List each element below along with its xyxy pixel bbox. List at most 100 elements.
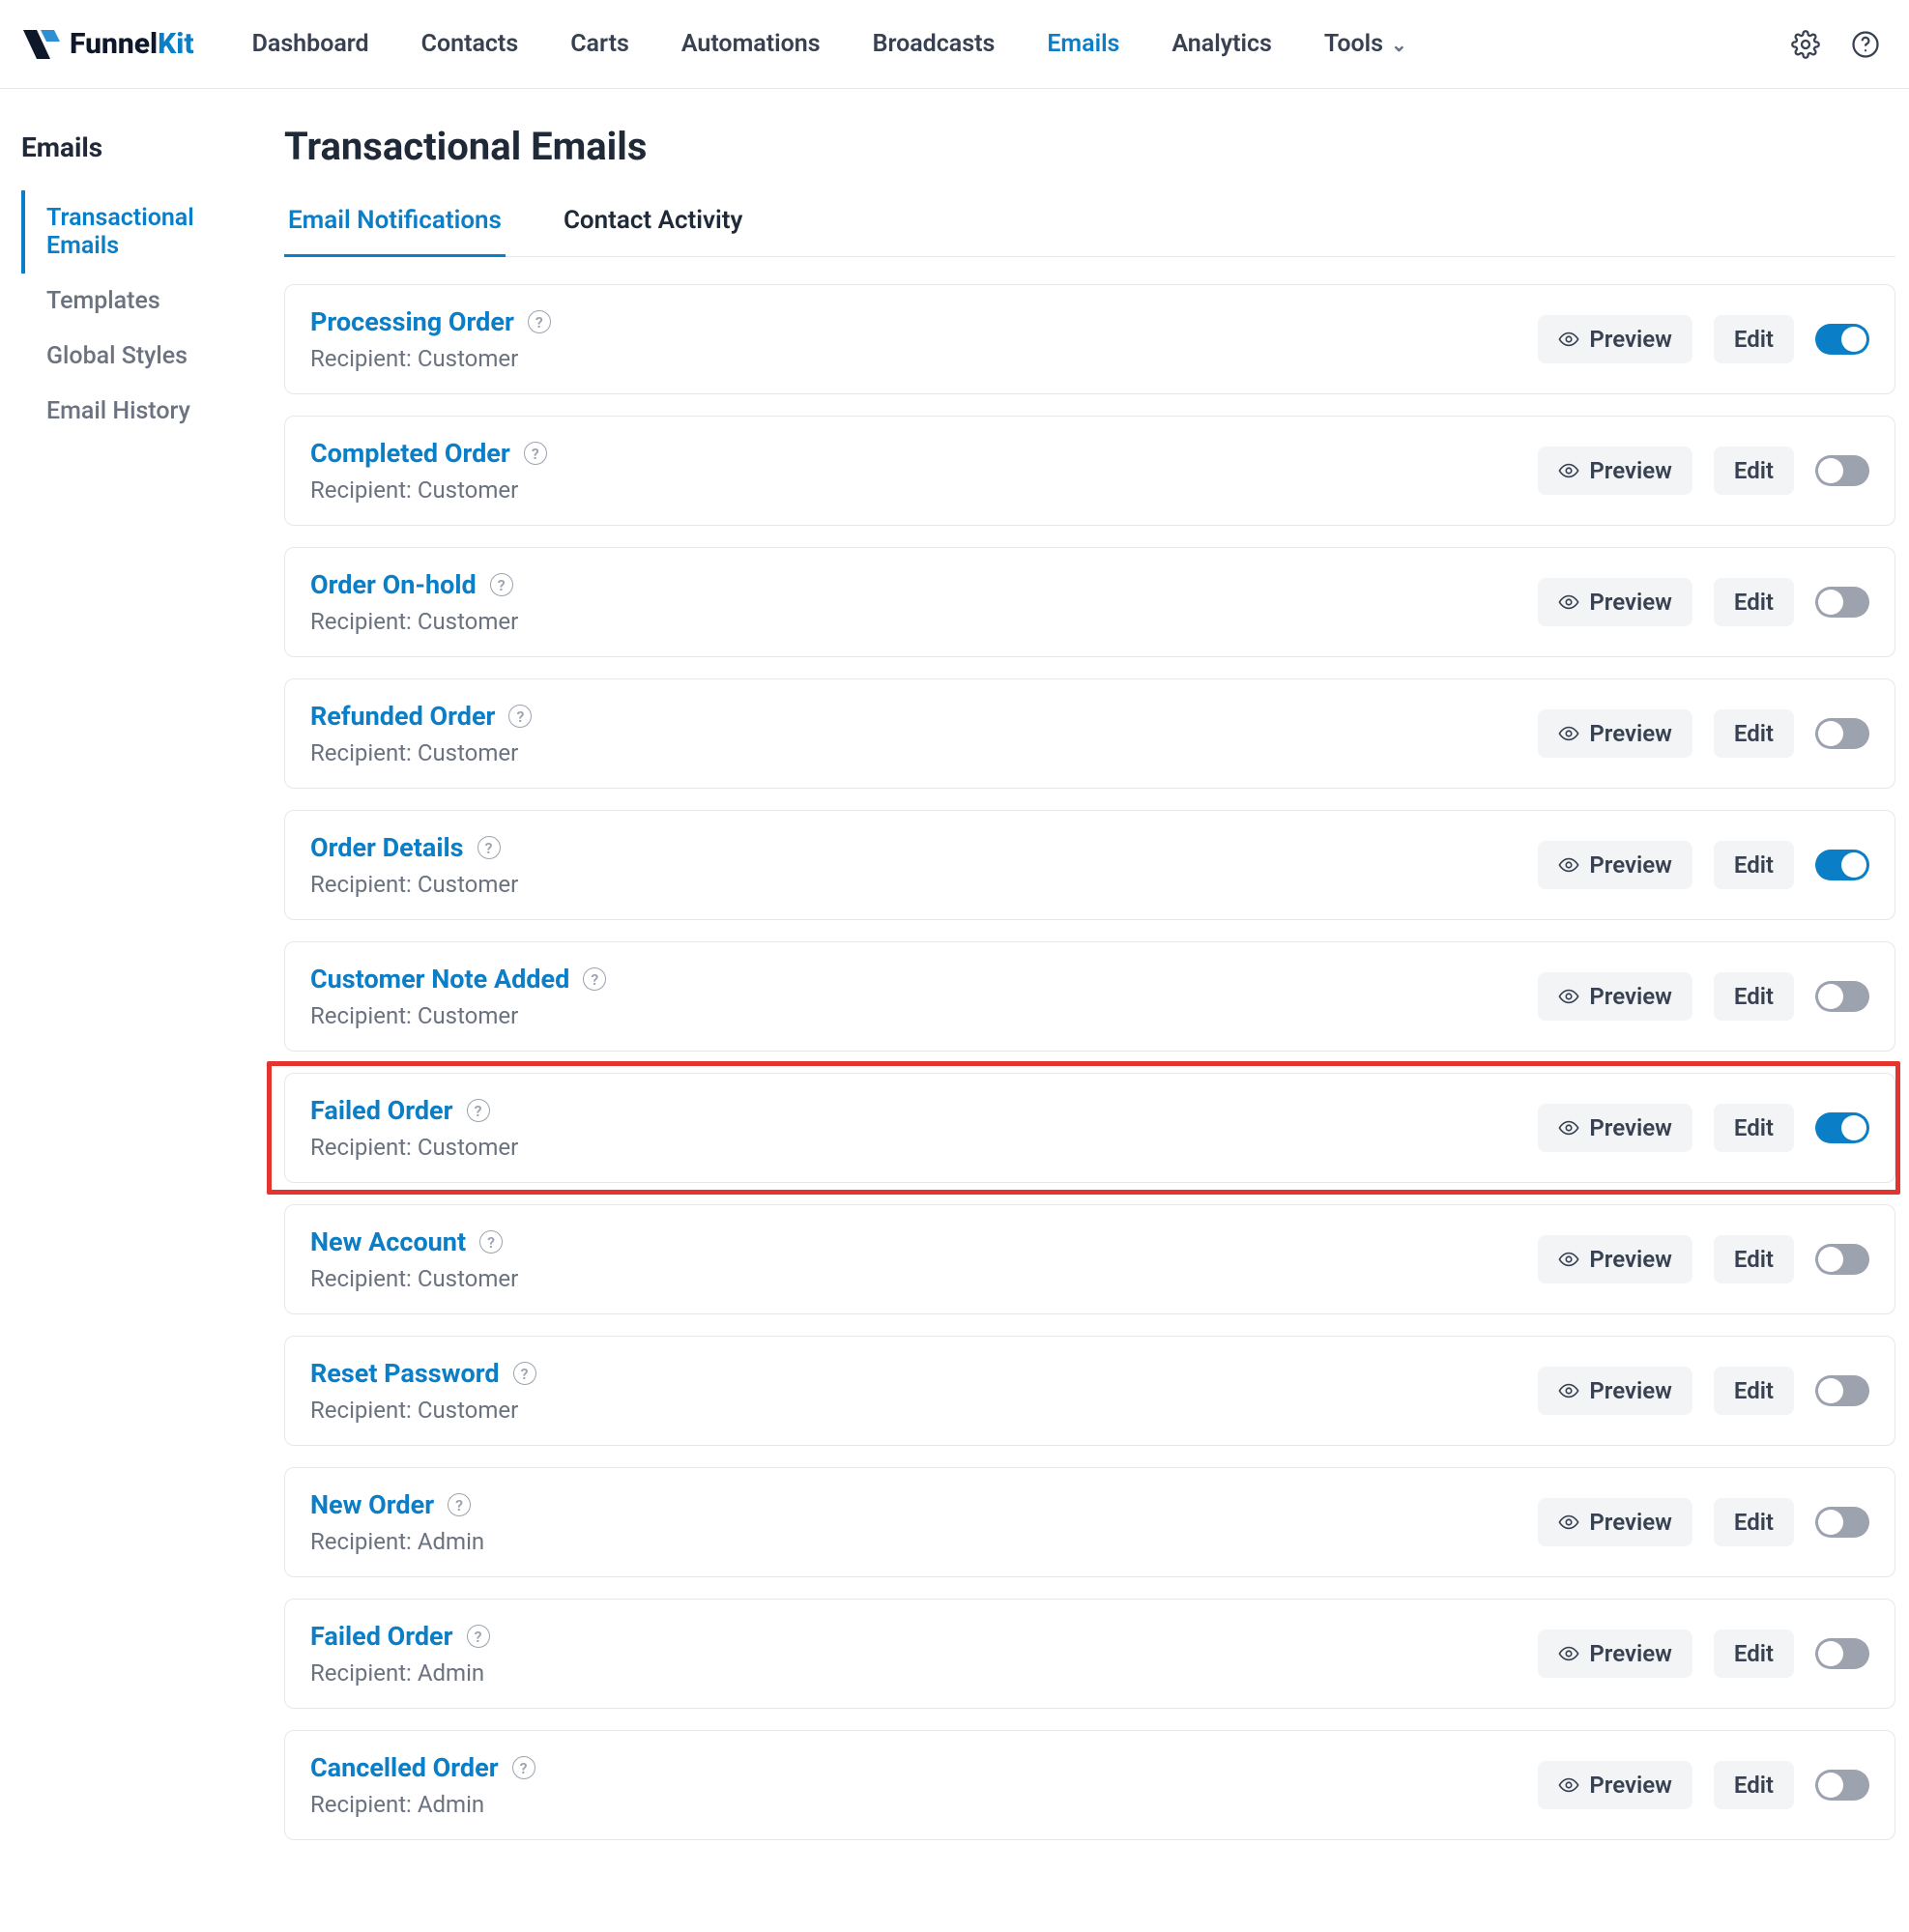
sidebar-item-transactional-emails[interactable]: Transactional Emails xyxy=(21,190,271,274)
help-icon[interactable]: ? xyxy=(524,442,547,465)
preview-button[interactable]: Preview xyxy=(1538,1498,1692,1546)
email-title[interactable]: Failed Order? xyxy=(310,1095,1538,1126)
edit-button[interactable]: Edit xyxy=(1714,1761,1794,1809)
edit-button[interactable]: Edit xyxy=(1714,972,1794,1021)
help-icon[interactable]: ? xyxy=(479,1230,503,1254)
nav-item-dashboard[interactable]: Dashboard xyxy=(252,30,369,58)
preview-button[interactable]: Preview xyxy=(1538,578,1692,626)
preview-button[interactable]: Preview xyxy=(1538,1761,1692,1809)
edit-button[interactable]: Edit xyxy=(1714,1235,1794,1283)
sidebar-item-templates[interactable]: Templates xyxy=(21,274,271,329)
nav-item-emails[interactable]: Emails xyxy=(1047,30,1119,58)
email-recipient: Recipient: Customer xyxy=(310,1397,1538,1424)
tab-contact-activity[interactable]: Contact Activity xyxy=(560,206,747,257)
preview-button[interactable]: Preview xyxy=(1538,447,1692,495)
help-icon[interactable]: ? xyxy=(477,836,501,859)
preview-button[interactable]: Preview xyxy=(1538,1104,1692,1152)
edit-button[interactable]: Edit xyxy=(1714,578,1794,626)
sidebar-item-email-history[interactable]: Email History xyxy=(21,384,271,439)
edit-button[interactable]: Edit xyxy=(1714,709,1794,758)
help-icon[interactable]: ? xyxy=(467,1099,490,1122)
nav-item-broadcasts[interactable]: Broadcasts xyxy=(873,30,996,58)
enable-toggle[interactable] xyxy=(1815,718,1869,749)
top-bar: FunnelKit Dashboard Contacts Carts Automati… xyxy=(0,0,1909,89)
nav-item-automations[interactable]: Automations xyxy=(681,30,821,58)
email-title[interactable]: Completed Order? xyxy=(310,438,1538,469)
preview-button[interactable]: Preview xyxy=(1538,1629,1692,1678)
enable-toggle[interactable] xyxy=(1815,1507,1869,1538)
edit-button[interactable]: Edit xyxy=(1714,315,1794,363)
toggle-knob xyxy=(1841,1115,1866,1140)
preview-button[interactable]: Preview xyxy=(1538,841,1692,889)
enable-toggle[interactable] xyxy=(1815,455,1869,486)
enable-toggle[interactable] xyxy=(1815,1244,1869,1275)
enable-toggle[interactable] xyxy=(1815,1375,1869,1406)
email-title[interactable]: New Account? xyxy=(310,1226,1538,1257)
email-recipient: Recipient: Customer xyxy=(310,1265,1538,1292)
top-icons xyxy=(1789,28,1882,61)
email-title[interactable]: Order Details? xyxy=(310,832,1538,863)
enable-toggle[interactable] xyxy=(1815,1638,1869,1669)
toggle-knob xyxy=(1818,458,1843,483)
preview-button[interactable]: Preview xyxy=(1538,972,1692,1021)
nav-item-label: Automations xyxy=(681,30,821,58)
enable-toggle[interactable] xyxy=(1815,1112,1869,1143)
edit-button[interactable]: Edit xyxy=(1714,447,1794,495)
preview-button[interactable]: Preview xyxy=(1538,1367,1692,1415)
email-row-inner: Failed Order?Recipient: AdminPreviewEdit xyxy=(284,1599,1895,1709)
edit-button[interactable]: Edit xyxy=(1714,1104,1794,1152)
help-icon[interactable]: ? xyxy=(467,1625,490,1648)
email-title[interactable]: Reset Password? xyxy=(310,1358,1538,1389)
email-title[interactable]: Processing Order? xyxy=(310,306,1538,337)
help-icon[interactable]: ? xyxy=(448,1493,471,1516)
edit-button[interactable]: Edit xyxy=(1714,841,1794,889)
enable-toggle[interactable] xyxy=(1815,981,1869,1012)
email-title[interactable]: Cancelled Order? xyxy=(310,1752,1538,1783)
help-icon[interactable] xyxy=(1849,28,1882,61)
preview-button[interactable]: Preview xyxy=(1538,709,1692,758)
nav-item-label: Carts xyxy=(570,30,629,58)
email-title[interactable]: Order On-hold? xyxy=(310,569,1538,600)
enable-toggle[interactable] xyxy=(1815,587,1869,618)
email-title[interactable]: Refunded Order? xyxy=(310,701,1538,732)
page-layout: Emails Transactional EmailsTemplatesGlob… xyxy=(0,89,1909,1879)
enable-toggle[interactable] xyxy=(1815,850,1869,880)
email-row-inner: Order On-hold?Recipient: CustomerPreview… xyxy=(284,547,1895,657)
nav-item-tools[interactable]: Tools⌄ xyxy=(1324,30,1407,58)
toggle-knob xyxy=(1841,852,1866,878)
email-title[interactable]: Failed Order? xyxy=(310,1621,1538,1652)
edit-button[interactable]: Edit xyxy=(1714,1367,1794,1415)
nav-item-analytics[interactable]: Analytics xyxy=(1171,30,1271,58)
nav-item-contacts[interactable]: Contacts xyxy=(421,30,519,58)
sidebar-item-global-styles[interactable]: Global Styles xyxy=(21,329,271,384)
help-icon[interactable]: ? xyxy=(583,967,606,991)
toggle-knob xyxy=(1818,1773,1843,1798)
nav-item-carts[interactable]: Carts xyxy=(570,30,629,58)
eye-icon xyxy=(1558,329,1579,350)
toggle-knob xyxy=(1818,1510,1843,1535)
settings-icon[interactable] xyxy=(1789,28,1822,61)
eye-icon xyxy=(1558,1380,1579,1401)
sidebar: Emails Transactional EmailsTemplatesGlob… xyxy=(0,89,271,1879)
tab-email-notifications[interactable]: Email Notifications xyxy=(284,206,506,257)
toggle-knob xyxy=(1818,984,1843,1009)
help-icon[interactable]: ? xyxy=(490,573,513,596)
help-icon[interactable]: ? xyxy=(513,1362,536,1385)
preview-button[interactable]: Preview xyxy=(1538,315,1692,363)
brand-logo[interactable]: FunnelKit xyxy=(21,27,194,61)
enable-toggle[interactable] xyxy=(1815,324,1869,355)
email-row-inner: New Order?Recipient: AdminPreviewEdit xyxy=(284,1467,1895,1577)
email-row-inner: Cancelled Order?Recipient: AdminPreviewE… xyxy=(284,1730,1895,1840)
email-title[interactable]: Customer Note Added? xyxy=(310,964,1538,995)
enable-toggle[interactable] xyxy=(1815,1770,1869,1801)
help-icon[interactable]: ? xyxy=(528,310,551,333)
help-icon[interactable]: ? xyxy=(508,705,532,728)
edit-button[interactable]: Edit xyxy=(1714,1629,1794,1678)
edit-button[interactable]: Edit xyxy=(1714,1498,1794,1546)
chevron-down-icon: ⌄ xyxy=(1391,33,1407,56)
email-row-inner: Order Details?Recipient: CustomerPreview… xyxy=(284,810,1895,920)
help-icon[interactable]: ? xyxy=(512,1756,535,1779)
email-title[interactable]: New Order? xyxy=(310,1489,1538,1520)
preview-button[interactable]: Preview xyxy=(1538,1235,1692,1283)
email-row-inner: Refunded Order?Recipient: CustomerPrevie… xyxy=(284,678,1895,789)
